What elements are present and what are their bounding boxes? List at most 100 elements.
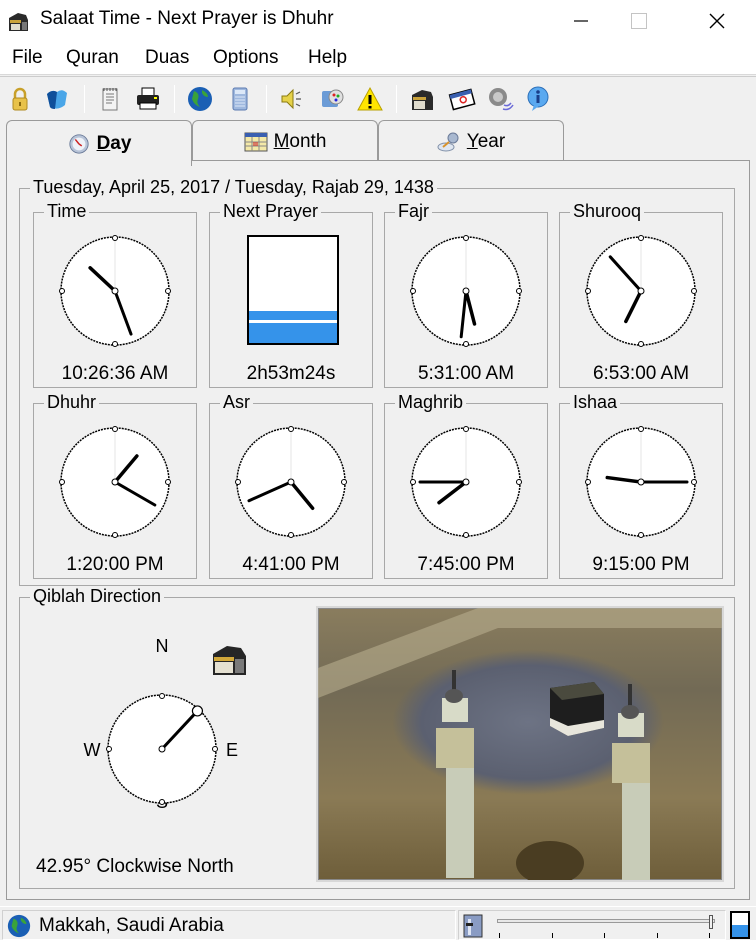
clock-tick <box>112 532 118 538</box>
compass-west-label: W <box>84 740 101 760</box>
tab-month[interactable]: Month <box>192 120 378 162</box>
clock-tick <box>691 288 697 294</box>
prayer-panel-maghrib: Maghrib 7:45:00 PM <box>384 392 548 579</box>
maximize-icon <box>631 13 647 29</box>
clock-tick <box>516 479 522 485</box>
qiblah-readout: 42.95° Clockwise North <box>36 856 234 877</box>
menu-duas[interactable]: Duas <box>145 47 189 69</box>
close-icon <box>709 13 725 29</box>
prayer-time: 6:53:00 AM <box>592 363 690 384</box>
volume-slider[interactable] <box>497 915 715 939</box>
qiblah-group: Qiblah Direction N E S W 42.95° Clockwis… <box>19 586 735 889</box>
menu-quran[interactable]: Quran <box>66 47 119 69</box>
menu-options[interactable]: Options <box>213 47 278 69</box>
clock-tick <box>638 341 644 347</box>
palette-icon[interactable] <box>318 85 346 113</box>
info-icon[interactable] <box>524 85 552 113</box>
status-bar: Makkah, Saudi Arabia <box>0 906 756 940</box>
clock-tick <box>463 235 469 241</box>
globe-icon[interactable] <box>186 85 214 113</box>
speaker-icon[interactable] <box>278 85 306 113</box>
volume-tick <box>551 933 553 938</box>
window-title: Salaat Time - Next Prayer is Dhuhr <box>40 8 334 29</box>
calculator-icon[interactable] <box>226 85 254 113</box>
kaaba-photo-drawing <box>318 608 722 880</box>
clock-tick <box>341 479 347 485</box>
satellite-icon <box>437 132 459 151</box>
next-prayer-countdown: 2h53m24s <box>246 363 336 384</box>
prayer-label: Maghrib <box>395 392 467 412</box>
warning-icon[interactable] <box>356 85 384 113</box>
compass-east-label: E <box>226 740 238 760</box>
level-meter-fill <box>732 925 748 937</box>
current-time-clock <box>59 235 171 347</box>
compass-center <box>158 745 166 753</box>
maximize-button[interactable] <box>604 0 674 42</box>
prayer-time: 1:20:00 PM <box>66 554 164 575</box>
location-label: Makkah, Saudi Arabia <box>39 915 224 936</box>
volume-slider-thumb[interactable] <box>709 915 713 929</box>
prayer-panel-ishaa: Ishaa 9:15:00 PM <box>559 392 723 579</box>
menu-file[interactable]: File <box>12 47 43 69</box>
level-meter <box>730 911 750 939</box>
tab-day[interactable]: Day <box>6 120 192 166</box>
title-bar: Salaat Time - Next Prayer is Dhuhr <box>0 0 756 42</box>
clock-tick <box>59 288 65 294</box>
compass-tick <box>159 693 165 699</box>
volume-knob-icon[interactable] <box>486 85 514 113</box>
menu-bar: File Quran Duas Options Help <box>0 42 756 75</box>
clock-tick <box>165 288 171 294</box>
tab-year-label: Year <box>466 130 506 152</box>
clock-tick <box>463 341 469 347</box>
toolbar-separator <box>266 85 267 113</box>
clock-tick <box>235 479 241 485</box>
prayer-clock-maghrib <box>410 426 522 538</box>
day-tab-panel: Tuesday, April 25, 2017 / Tuesday, Rajab… <box>6 160 750 900</box>
prayer-label: Asr <box>220 392 253 412</box>
clock-tick <box>410 479 416 485</box>
lock-icon[interactable] <box>6 85 34 113</box>
calendar-icon[interactable] <box>448 85 476 113</box>
volume-panel <box>458 910 726 940</box>
globe-icon <box>7 914 31 938</box>
minimize-icon <box>574 20 588 22</box>
shield-icon[interactable] <box>42 85 70 113</box>
compass-tick <box>212 746 218 752</box>
clock-tick <box>410 288 416 294</box>
next-prayer-progress <box>247 235 339 345</box>
volume-tick <box>709 933 710 938</box>
clock-tick <box>463 532 469 538</box>
notepad-icon[interactable] <box>96 85 124 113</box>
date-header: Tuesday, April 25, 2017 / Tuesday, Rajab… <box>30 177 437 197</box>
clock-center <box>637 478 645 486</box>
clock-center <box>287 478 295 486</box>
toolbar-separator <box>174 85 175 113</box>
tab-month-label: Month <box>273 130 327 152</box>
printer-icon[interactable] <box>134 85 162 113</box>
clock-center <box>462 287 470 295</box>
close-button[interactable] <box>682 0 752 42</box>
toolbar-separator <box>84 85 85 113</box>
clock-tick <box>638 235 644 241</box>
clock-center <box>637 287 645 295</box>
toolbar-separator <box>396 85 397 113</box>
volume-mixer-icon <box>463 914 483 938</box>
prayer-label: Dhuhr <box>44 392 100 412</box>
compass-tick <box>159 799 165 805</box>
clock-tick <box>463 426 469 432</box>
tab-year[interactable]: Year <box>378 120 564 162</box>
prayer-time: 9:15:00 PM <box>592 554 690 575</box>
prayer-panel-dhuhr: Dhuhr 1:20:00 PM <box>33 392 197 579</box>
prayer-panel-fajr: Fajr 5:31:00 AM <box>384 201 548 388</box>
menu-help[interactable]: Help <box>308 47 347 69</box>
clock-center <box>111 478 119 486</box>
volume-slider-track <box>497 919 715 923</box>
clock-tick <box>638 532 644 538</box>
prayer-clock-ishaa <box>585 426 697 538</box>
kaaba-icon[interactable] <box>408 85 436 113</box>
prayer-label: Ishaa <box>570 392 621 412</box>
kaaba-app-icon <box>9 13 28 31</box>
prayer-panel-shurooq: Shurooq 6:53:00 AM <box>559 201 723 388</box>
toolbar <box>0 76 756 120</box>
current-time-label: Time <box>44 201 90 221</box>
